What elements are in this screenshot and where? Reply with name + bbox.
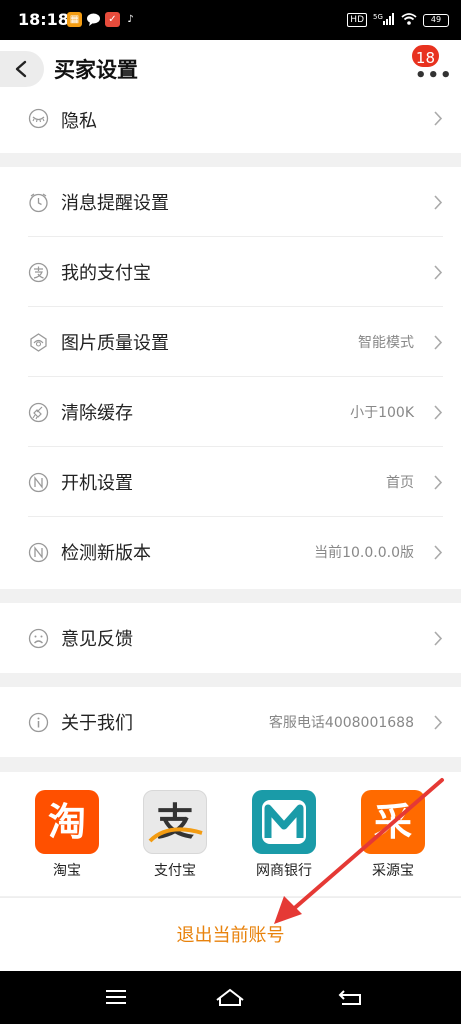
chevron-right-icon [434,475,443,490]
menu-lines-icon [106,990,126,1004]
settings-label-notifications: 消息提醒设置 [61,193,169,214]
svg-text:5G: 5G [373,13,383,21]
wifi-icon [401,12,417,28]
taobao-glyph: 淘 [47,800,86,844]
chevron-right-icon [434,405,443,420]
broom-icon [28,402,49,423]
chevron-left-icon [15,60,27,78]
settings-label-image-quality: 图片质量设置 [61,333,169,354]
back-arrow-icon [338,990,361,1005]
alipay-icon [28,262,49,283]
logout-button[interactable]: 退出当前账号 [0,898,461,972]
notification-app-icon: ▦ [67,12,82,27]
settings-value-check-version: 当前10.0.0.0版 [314,545,414,561]
app-taobao[interactable]: 淘 淘宝 [31,790,103,880]
settings-label-alipay: 我的支付宝 [61,263,151,284]
app-alipay[interactable]: 支 支付宝 [139,790,211,880]
hd-indicator: HD [347,13,367,27]
settings-label-clear-cache: 清除缓存 [61,403,133,424]
logout-section: 退出当前账号 [0,897,461,971]
settings-value-startup: 首页 [386,475,414,491]
back-button[interactable] [0,51,44,87]
battery-icon: 49 [423,13,449,27]
related-apps: 淘 淘宝 支 支付宝 网商银行 采 采源宝 [0,772,461,896]
settings-value-clear-cache: 小于100K [350,405,414,421]
settings-row-alipay[interactable]: 我的支付宝 [0,237,461,307]
settings-label-startup: 开机设置 [61,473,133,494]
alipay-swoosh-icon [148,827,203,843]
settings-row-check-version[interactable]: 检测新版本 当前10.0.0.0版 [0,517,461,587]
app-name: 淘宝 [53,863,81,879]
settings-value-about: 客服电话4008001688 [268,715,414,731]
chevron-right-icon [434,195,443,210]
app-name: 网商银行 [256,863,312,879]
home-button[interactable] [210,983,250,1011]
settings-group-about: 关于我们 客服电话4008001688 [0,687,461,757]
taobao-app-icon: 淘 [35,790,99,854]
chat-bubble-icon [86,12,101,27]
app-caiyuanbao[interactable]: 采 采源宝 [357,790,429,880]
settings-group-privacy: 隐私 [0,98,461,153]
settings-row-feedback[interactable]: 意见反馈 [0,603,461,673]
chevron-right-icon [434,335,443,350]
alipay-app-icon: 支 [143,790,207,854]
status-time: 18:18 [18,10,69,29]
clock-icon [29,193,48,213]
settings-label-privacy: 隐私 [61,111,97,132]
mybank-logo-icon [262,800,306,844]
back-nav-button[interactable] [330,983,370,1011]
settings-group-main: 消息提醒设置 我的支付宝 图片质量设置 智能模式 清除缓存 小于100K 开机设… [0,167,461,589]
system-navigation-bar [0,971,461,1024]
caiyuanbao-glyph: 采 [373,800,412,844]
settings-label-check-version: 检测新版本 [61,543,151,564]
more-dots-icon: ••• [415,65,453,86]
cellular-signal-icon: 5G [373,12,395,28]
settings-row-image-quality[interactable]: 图片质量设置 智能模式 [0,307,461,377]
settings-row-notifications[interactable]: 消息提醒设置 [0,167,461,237]
n-circle-icon [28,542,49,563]
header: 买家设置 ••• [0,40,461,98]
app-name: 采源宝 [372,863,414,879]
settings-value-image-quality: 智能模式 [358,335,414,351]
image-quality-icon [30,333,47,352]
tiktok-icon: ♪ [123,12,138,27]
chevron-right-icon [434,715,443,730]
status-bar: 18:18 ▦ ✓ ♪ HD 5G 49 [0,0,461,40]
app-mybank[interactable]: 网商银行 [248,790,320,880]
n-circle-icon [28,472,49,493]
caiyuanbao-app-icon: 采 [361,790,425,854]
settings-row-startup[interactable]: 开机设置 首页 [0,447,461,517]
mybank-app-icon [252,790,316,854]
settings-group-feedback: 意见反馈 [0,603,461,673]
page-title: 买家设置 [54,58,138,82]
settings-row-about[interactable]: 关于我们 客服电话4008001688 [0,687,461,757]
recents-button[interactable] [96,983,136,1011]
info-icon [28,712,49,733]
shopping-app-icon: ✓ [105,12,120,27]
chevron-right-icon [434,265,443,280]
settings-label-feedback: 意见反馈 [61,629,133,650]
chevron-right-icon [434,545,443,560]
privacy-icon [28,108,49,129]
notification-badge: 18 [409,43,441,69]
app-name: 支付宝 [154,863,196,879]
sad-face-icon [28,628,49,649]
settings-row-privacy[interactable]: 隐私 [0,98,461,153]
settings-row-clear-cache[interactable]: 清除缓存 小于100K [0,377,461,447]
chevron-right-icon [434,111,443,126]
settings-label-about: 关于我们 [61,713,133,734]
home-icon [216,988,244,1006]
status-right-icons: HD 5G 49 [347,12,449,28]
chevron-right-icon [434,631,443,646]
